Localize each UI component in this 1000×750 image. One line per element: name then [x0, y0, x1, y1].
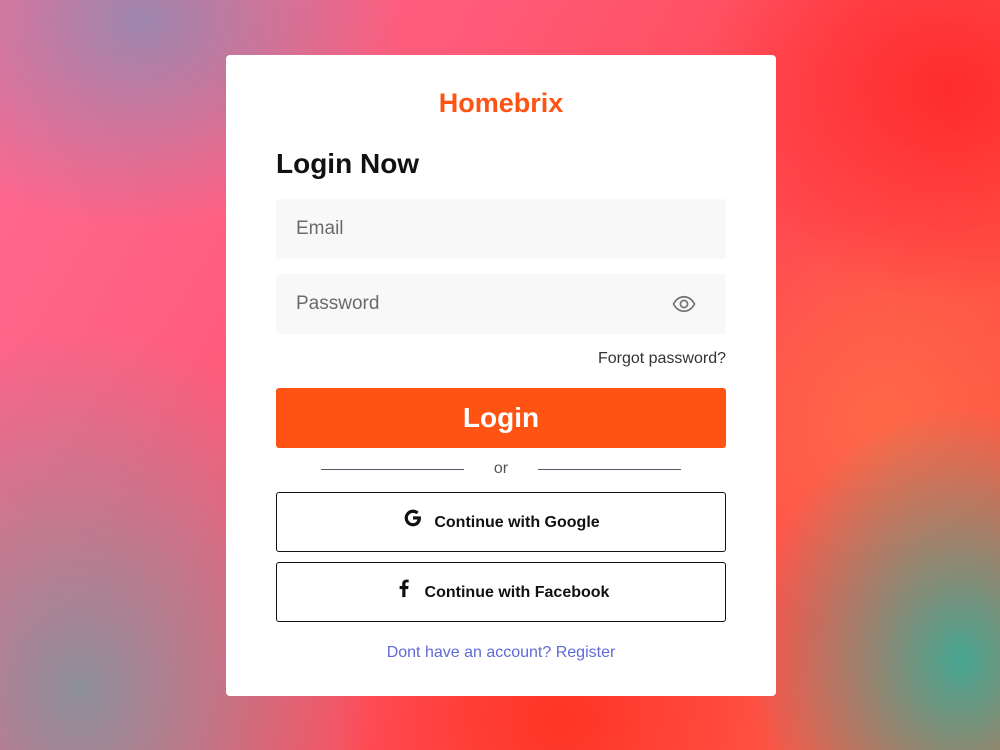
password-field-container [276, 274, 726, 334]
brand-logo: Homebrix [438, 88, 564, 118]
google-login-label: Continue with Google [434, 514, 600, 531]
facebook-icon [399, 579, 409, 598]
page-title: Login Now [276, 148, 420, 179]
google-login-button[interactable]: Continue with Google [276, 492, 726, 552]
login-card: Homebrix Login Now Forgot password? Logi… [226, 55, 776, 696]
password-input[interactable] [276, 274, 726, 334]
forgot-password-link[interactable]: Forgot password? [598, 349, 726, 369]
facebook-login-button[interactable]: Continue with Facebook [276, 562, 726, 622]
facebook-login-label: Continue with Facebook [424, 584, 610, 601]
divider-line-right [538, 469, 681, 470]
or-divider: or [321, 459, 681, 479]
login-button[interactable]: Login [276, 388, 726, 448]
email-input[interactable] [276, 199, 726, 259]
email-field-container [276, 199, 726, 259]
register-link[interactable]: Dont have an account? Register [226, 643, 776, 663]
google-icon [405, 509, 422, 527]
eye-icon[interactable] [672, 292, 696, 316]
